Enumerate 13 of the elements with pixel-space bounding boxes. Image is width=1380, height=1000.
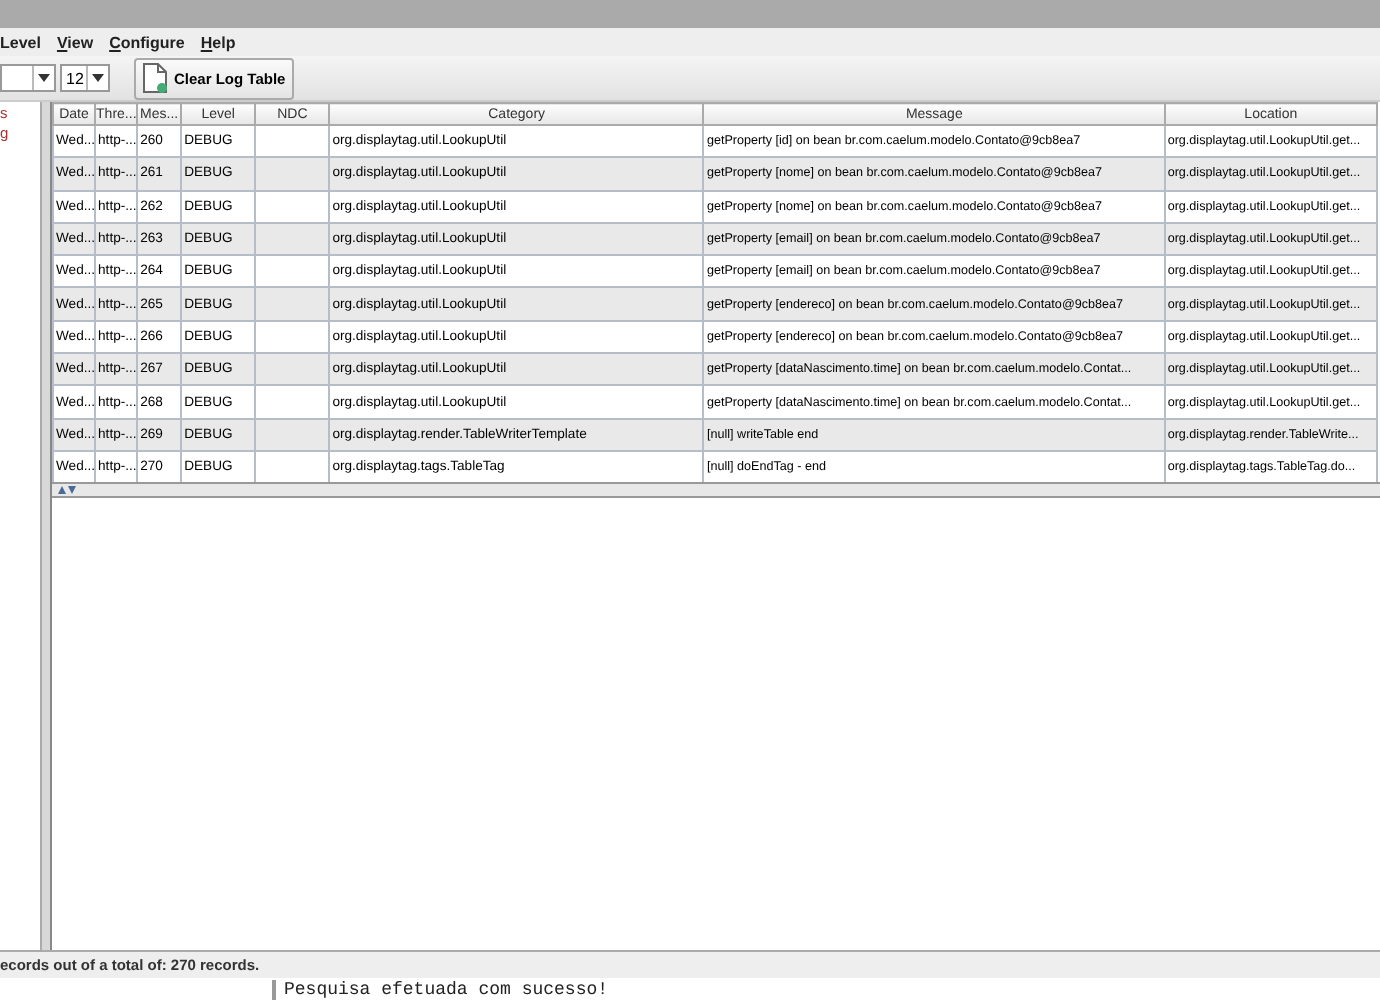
console-text: Pesquisa efetuada com sucesso! — [272, 980, 609, 1000]
menu-item[interactable]: Help — [200, 33, 236, 51]
dropdown-arrow-icon[interactable] — [32, 66, 54, 90]
logger-combo[interactable] — [0, 64, 56, 92]
splitter-handle[interactable] — [42, 102, 50, 950]
menu-item[interactable]: Level — [0, 33, 41, 51]
document-icon — [142, 62, 168, 94]
collapse-arrows-icon[interactable] — [58, 486, 76, 494]
font-size-combo[interactable]: 12 — [60, 64, 110, 92]
menu-item[interactable]: View — [56, 33, 94, 51]
dropdown-arrow-icon[interactable] — [86, 66, 108, 90]
combo-value: 12 — [64, 69, 84, 87]
menu-item[interactable]: Configure — [109, 33, 185, 51]
